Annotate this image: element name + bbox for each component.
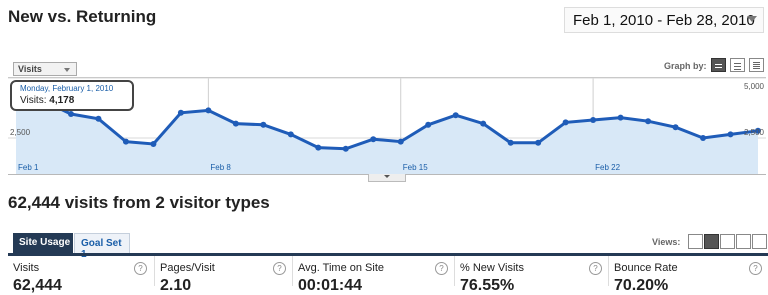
- help-icon[interactable]: ?: [273, 262, 286, 275]
- help-icon[interactable]: ?: [134, 262, 147, 275]
- help-icon[interactable]: ?: [589, 262, 602, 275]
- chevron-down-icon: [64, 68, 70, 72]
- metric-selector-label: Visits: [18, 64, 42, 74]
- metric-visits: Visits ? 62,444: [8, 256, 154, 294]
- data-point: [205, 107, 212, 114]
- graph-by-label: Graph by:: [664, 61, 707, 71]
- help-icon[interactable]: ?: [749, 262, 762, 275]
- pivot-view-icon[interactable]: [752, 234, 767, 249]
- metric-label: Bounce Rate: [614, 262, 678, 274]
- data-point: [672, 124, 679, 131]
- data-point: [480, 120, 487, 127]
- data-point: [562, 119, 569, 126]
- collapse-chart-button[interactable]: [368, 174, 406, 182]
- x-tick-label: Feb 15: [403, 163, 428, 172]
- summary-title: 62,444 visits from 2 visitor types: [8, 193, 270, 212]
- table-view-icon[interactable]: [688, 234, 703, 249]
- x-tick-label: Feb 22: [595, 163, 620, 172]
- page-title: New vs. Returning: [8, 7, 157, 26]
- tooltip-date: Monday, February 1, 2010: [20, 84, 114, 93]
- data-point: [425, 121, 432, 128]
- data-point: [397, 138, 404, 145]
- data-point: [617, 114, 624, 121]
- metric-label: Avg. Time on Site: [298, 262, 385, 274]
- graph-by-day-button[interactable]: [711, 58, 726, 72]
- metric-new-visits: % New Visits ? 76.55%: [454, 256, 608, 294]
- metric-value: 00:01:44: [298, 277, 363, 294]
- data-point: [95, 115, 102, 122]
- metric-selector[interactable]: Visits: [13, 62, 77, 76]
- metric-label: % New Visits: [460, 262, 524, 274]
- x-tick-label: Feb 8: [210, 163, 231, 172]
- chart-tooltip: Monday, February 1, 2010 Visits: 4,178: [10, 80, 134, 111]
- metrics-row: Visits ? 62,444 Pages/Visit ? 2.10 Avg. …: [8, 256, 768, 294]
- metric-pages-visit: Pages/Visit ? 2.10: [154, 256, 292, 294]
- performance-view-icon[interactable]: [720, 234, 735, 249]
- metric-value: 76.55%: [460, 277, 515, 294]
- graph-by-month-button[interactable]: [749, 58, 764, 72]
- y-tick-label-right: 5,000: [744, 82, 765, 91]
- data-point: [260, 121, 267, 128]
- y-tick-label-right: 2,500: [744, 128, 765, 137]
- metric-value: 62,444: [13, 277, 62, 294]
- graph-by-week-button[interactable]: [730, 58, 745, 72]
- data-point: [590, 117, 597, 123]
- date-range-selector[interactable]: Feb 1, 2010 - Feb 28, 2010: [564, 7, 764, 33]
- data-point: [700, 135, 707, 141]
- tab-goal-set-1[interactable]: Goal Set 1: [74, 233, 130, 260]
- data-point: [122, 138, 129, 145]
- data-point: [315, 144, 322, 151]
- data-point: [452, 112, 459, 119]
- data-point: [507, 139, 514, 146]
- tooltip-value-label: Visits:: [20, 95, 47, 106]
- chevron-down-icon: [384, 175, 390, 178]
- data-point: [535, 139, 542, 146]
- comparison-view-icon[interactable]: [736, 234, 751, 249]
- date-range-text: Feb 1, 2010 - Feb 28, 2010: [573, 12, 755, 29]
- data-point: [287, 131, 294, 138]
- metric-bounce-rate: Bounce Rate ? 70.20%: [608, 256, 768, 294]
- data-point: [370, 136, 377, 143]
- metric-avg-time: Avg. Time on Site ? 00:01:44: [292, 256, 454, 294]
- data-point: [177, 109, 184, 116]
- data-point: [645, 118, 652, 125]
- metric-value: 2.10: [160, 277, 192, 294]
- pie-view-icon[interactable]: [704, 234, 719, 249]
- x-tick-label: Feb 1: [18, 163, 39, 172]
- metric-label: Pages/Visit: [160, 262, 215, 274]
- data-point: [150, 141, 157, 147]
- help-icon[interactable]: ?: [435, 262, 448, 275]
- data-point: [727, 131, 734, 138]
- data-point: [67, 111, 74, 117]
- tab-site-usage[interactable]: Site Usage: [13, 233, 73, 253]
- data-point: [232, 120, 239, 127]
- data-point: [342, 145, 349, 152]
- y-tick-label-left: 2,500: [10, 128, 31, 137]
- tooltip-value: 4,178: [49, 95, 75, 106]
- views-label: Views:: [652, 237, 681, 247]
- metric-label: Visits: [13, 262, 40, 274]
- chevron-down-icon: [747, 16, 757, 22]
- metric-value: 70.20%: [614, 277, 669, 294]
